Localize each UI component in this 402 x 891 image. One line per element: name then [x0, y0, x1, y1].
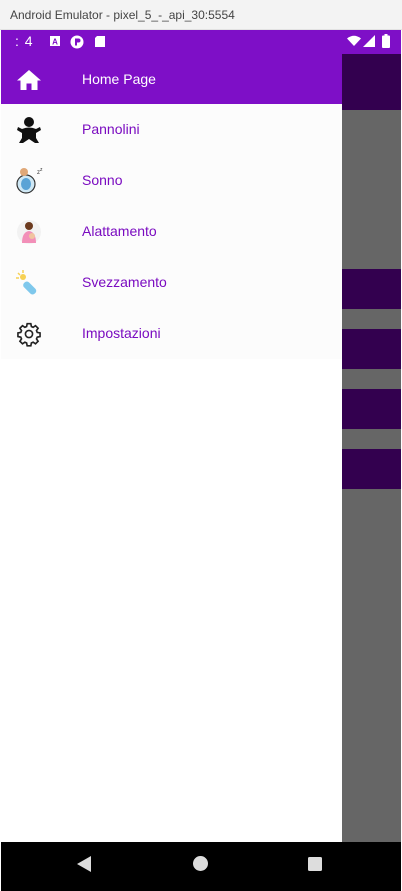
- status-time: : 4: [15, 33, 34, 49]
- emulator-title-bar: Android Emulator - pixel_5_-_api_30:5554: [0, 0, 402, 30]
- status-bar: : 4 A: [1, 30, 401, 54]
- breastfeeding-icon: [15, 218, 43, 246]
- svg-text:z: z: [40, 167, 43, 173]
- background-row: [342, 449, 401, 489]
- background-row: [342, 329, 401, 369]
- gear-icon: [15, 320, 43, 348]
- sleeping-baby-icon: zz: [15, 167, 43, 195]
- device-screen: : 4 A Home Page Pannolini z z Sonno Alat…: [1, 30, 401, 891]
- sd-card-icon: [95, 36, 105, 47]
- menu-item-alattamento[interactable]: Alattamento: [1, 206, 342, 257]
- window-title: Android Emulator - pixel_5_-_api_30:5554: [10, 8, 235, 22]
- menu-item-sonno[interactable]: zz Sonno: [1, 155, 342, 206]
- svg-text:A: A: [52, 38, 58, 47]
- menu-item-pannolini[interactable]: Pannolini: [1, 104, 342, 155]
- background-header: [342, 54, 401, 110]
- notification-p-icon: [70, 35, 84, 49]
- wifi-icon: [347, 35, 361, 46]
- battery-icon: [382, 34, 390, 48]
- recents-icon[interactable]: [307, 856, 323, 872]
- background-row: [342, 389, 401, 429]
- menu-item-label: Svezzamento: [82, 274, 167, 290]
- menu-item-impostazioni[interactable]: Impostazioni: [1, 308, 342, 359]
- baby-bottle-icon: [15, 269, 43, 297]
- notification-a-icon: A: [50, 36, 60, 47]
- cell-signal-icon: [363, 35, 375, 47]
- navigation-drawer: Home Page Pannolini zz Sonno Alattamento: [1, 54, 342, 842]
- menu-item-label: Impostazioni: [82, 325, 161, 341]
- menu-item-home-page[interactable]: Home Page: [1, 54, 342, 104]
- menu-item-label: Alattamento: [82, 223, 157, 239]
- home-nav-icon[interactable]: [192, 855, 209, 872]
- drawer-menu: Home Page Pannolini zz Sonno Alattamento: [1, 70, 342, 359]
- menu-item-label: Sonno: [82, 172, 123, 188]
- background-row: [342, 269, 401, 309]
- back-icon[interactable]: [76, 855, 92, 873]
- system-navigation-bar: [1, 842, 401, 891]
- menu-item-label: Home Page: [82, 71, 156, 87]
- baby-icon: [15, 116, 43, 144]
- home-icon: [15, 66, 43, 94]
- menu-item-svezzamento[interactable]: Svezzamento: [1, 257, 342, 308]
- menu-item-label: Pannolini: [82, 121, 140, 137]
